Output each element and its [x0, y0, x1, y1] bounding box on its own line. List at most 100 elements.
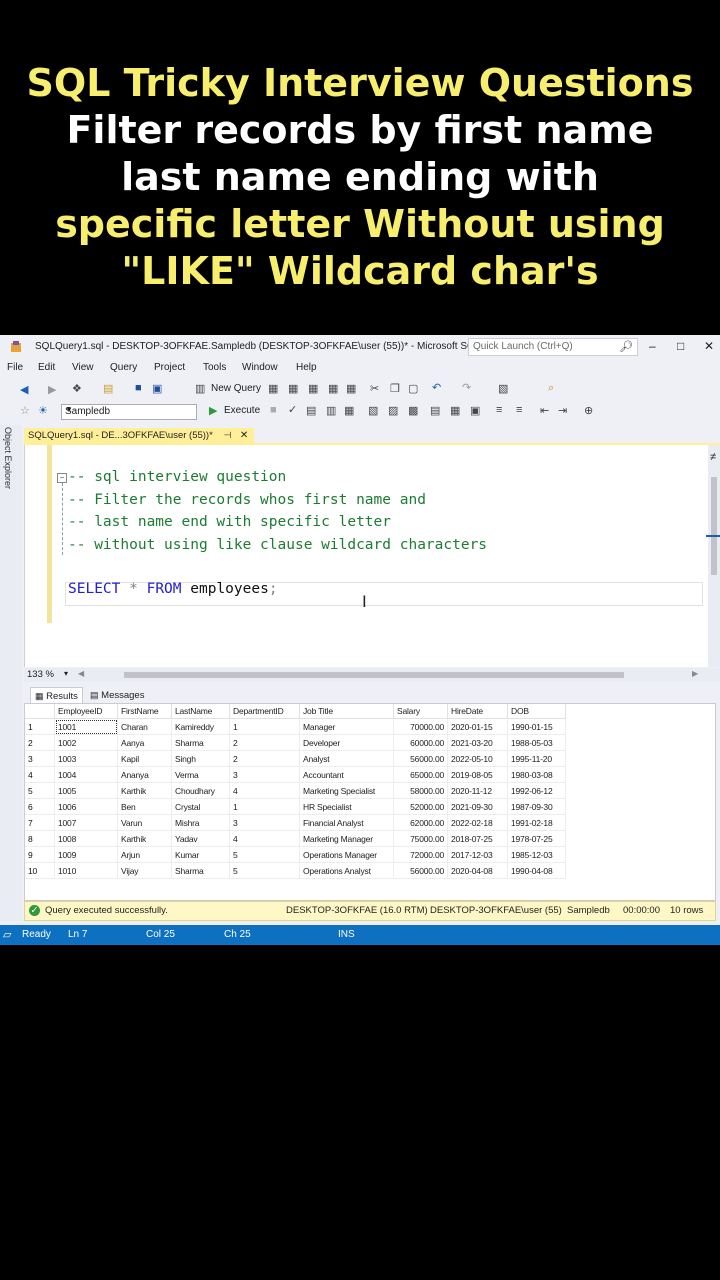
table-cell[interactable]: 1990-04-08: [507, 862, 566, 879]
save-icon[interactable]: ■: [135, 382, 142, 394]
horizontal-scrollbar[interactable]: [124, 672, 624, 678]
menu-view[interactable]: View: [72, 362, 94, 373]
pin-icon[interactable]: ⊣: [223, 430, 231, 440]
table-cell[interactable]: 1008: [54, 830, 118, 847]
table-row[interactable]: 8 1008 Karthik Yadav 4 Marketing Manager 75000…: [25, 830, 566, 847]
table-cell[interactable]: Singh: [171, 750, 230, 767]
forward-icon[interactable]: ▶: [48, 383, 56, 396]
table-cell[interactable]: Analyst: [299, 750, 394, 767]
table-cell[interactable]: 72000.00: [393, 846, 448, 863]
table-cell[interactable]: 1987-09-30: [507, 798, 566, 815]
table-cell[interactable]: Manager: [299, 718, 394, 735]
table-cell[interactable]: 70000.00: [393, 718, 448, 735]
undo-icon[interactable]: ↶: [432, 381, 441, 394]
decrease-indent-icon[interactable]: ⇤: [540, 404, 549, 417]
table-cell[interactable]: 1990-01-15: [507, 718, 566, 735]
intellisense-icon[interactable]: ▦: [344, 404, 354, 417]
object-explorer-tab[interactable]: Object Explorer: [3, 427, 13, 489]
table-cell[interactable]: Verma: [171, 766, 230, 783]
editor-vertical-scrollbar[interactable]: ≠: [706, 445, 720, 667]
table-cell[interactable]: 1010: [54, 862, 118, 879]
menu-file[interactable]: File: [7, 362, 23, 373]
row-number[interactable]: 1: [25, 718, 55, 735]
table-cell[interactable]: 1002: [54, 734, 118, 751]
table-row[interactable]: 1 1001 Charan Kamireddy 1 Manager 70000.00 2020…: [25, 718, 566, 735]
menu-project[interactable]: Project: [154, 362, 185, 373]
row-number[interactable]: 7: [25, 814, 55, 831]
menu-help[interactable]: Help: [296, 362, 317, 373]
table-row[interactable]: 2 1002 Aanya Sharma 2 Developer 60000.00 2021-0…: [25, 734, 566, 751]
table-cell[interactable]: 56000.00: [393, 862, 448, 879]
scroll-right-icon[interactable]: ▶: [692, 669, 698, 678]
table-cell[interactable]: 2022-02-18: [447, 814, 508, 831]
table-cell[interactable]: 1006: [54, 798, 118, 815]
quick-launch-input[interactable]: Quick Launch (Ctrl+Q) 🔎︎: [468, 338, 638, 356]
uncomment-icon[interactable]: ≡: [516, 404, 522, 416]
table-cell[interactable]: 1985-12-03: [507, 846, 566, 863]
close-tab-icon[interactable]: ✕: [240, 430, 248, 441]
table-cell[interactable]: 2: [229, 734, 300, 751]
table-cell[interactable]: Choudhary: [171, 782, 230, 799]
cut-icon[interactable]: ✂: [370, 382, 379, 395]
menu-edit[interactable]: Edit: [38, 362, 55, 373]
maximize-icon[interactable]: □: [677, 339, 684, 353]
table-cell[interactable]: 1991-02-18: [507, 814, 566, 831]
table-cell[interactable]: 1001: [54, 718, 118, 735]
table-cell[interactable]: 2020-04-08: [447, 862, 508, 879]
table-cell[interactable]: 1007: [54, 814, 118, 831]
new-query-button[interactable]: New Query: [211, 383, 261, 394]
table-cell[interactable]: 1980-03-08: [507, 766, 566, 783]
new-query-icon[interactable]: ▥: [195, 382, 205, 395]
save-all-icon[interactable]: ▣: [152, 382, 162, 395]
increase-indent-icon[interactable]: ⇥: [558, 404, 567, 417]
table-cell[interactable]: Crystal: [171, 798, 230, 815]
table-cell[interactable]: 1003: [54, 750, 118, 767]
table-cell[interactable]: Charan: [117, 718, 172, 735]
table-cell[interactable]: Financial Analyst: [299, 814, 394, 831]
table-cell[interactable]: Karthik: [117, 830, 172, 847]
table-cell[interactable]: 1995-11-20: [507, 750, 566, 767]
new-project-icon[interactable]: ❖: [72, 382, 82, 395]
table-cell[interactable]: 1004: [54, 766, 118, 783]
column-header[interactable]: FirstName: [117, 704, 172, 719]
results-to-text-icon[interactable]: ▤: [430, 404, 440, 417]
table-cell[interactable]: 58000.00: [393, 782, 448, 799]
row-number[interactable]: 5: [25, 782, 55, 799]
column-header[interactable]: Salary: [393, 704, 448, 719]
execute-button[interactable]: Execute: [224, 405, 260, 416]
table-cell[interactable]: Arjun: [117, 846, 172, 863]
table-row[interactable]: 6 1006 Ben Crystal 1 HR Specialist 52000.00 202…: [25, 798, 566, 815]
results-to-grid-icon[interactable]: ▦: [450, 404, 460, 417]
query-type-icon[interactable]: ▦: [346, 382, 356, 395]
table-cell[interactable]: Kapil: [117, 750, 172, 767]
table-row[interactable]: 5 1005 Karthik Choudhary 4 Marketing Speciali…: [25, 782, 566, 799]
row-number[interactable]: 2: [25, 734, 55, 751]
row-number[interactable]: 3: [25, 750, 55, 767]
table-cell[interactable]: 2: [229, 750, 300, 767]
table-row[interactable]: 10 1010 Vijay Sharma 5 Operations Analyst 5600…: [25, 862, 566, 879]
row-number[interactable]: 4: [25, 766, 55, 783]
table-cell[interactable]: 1978-07-25: [507, 830, 566, 847]
table-cell[interactable]: Vijay: [117, 862, 172, 879]
tab-sqlquery1[interactable]: SQLQuery1.sql - DE...3OFKFAE\user (55))*…: [24, 428, 255, 443]
table-cell[interactable]: 4: [229, 782, 300, 799]
query-options-icon[interactable]: ▥: [326, 404, 336, 417]
scrollbar-thumb[interactable]: [711, 477, 717, 575]
table-cell[interactable]: Karthik: [117, 782, 172, 799]
include-plan-icon[interactable]: ▧: [368, 404, 378, 417]
table-row[interactable]: 7 1007 Varun Mishra 3 Financial Analyst 62000.…: [25, 814, 566, 831]
chevron-down-icon[interactable]: ▼: [65, 405, 193, 414]
back-icon[interactable]: ◀: [20, 383, 28, 396]
chevron-down-icon[interactable]: ▾: [64, 669, 68, 678]
query-type-icon[interactable]: ▦: [268, 382, 278, 395]
table-row[interactable]: 9 1009 Arjun Kumar 5 Operations Manager 72000.…: [25, 846, 566, 863]
zoom-level[interactable]: 133 %: [27, 669, 54, 680]
table-cell[interactable]: 2017-12-03: [447, 846, 508, 863]
table-row[interactable]: 3 1003 Kapil Singh 2 Analyst 56000.00 2022-05-1…: [25, 750, 566, 767]
comment-icon[interactable]: ≡: [496, 404, 502, 416]
table-cell[interactable]: 1992-06-12: [507, 782, 566, 799]
parse-icon[interactable]: ✓: [288, 403, 297, 416]
column-header[interactable]: DepartmentID: [229, 704, 300, 719]
table-cell[interactable]: HR Specialist: [299, 798, 394, 815]
connect-icon[interactable]: ☆: [20, 404, 30, 417]
